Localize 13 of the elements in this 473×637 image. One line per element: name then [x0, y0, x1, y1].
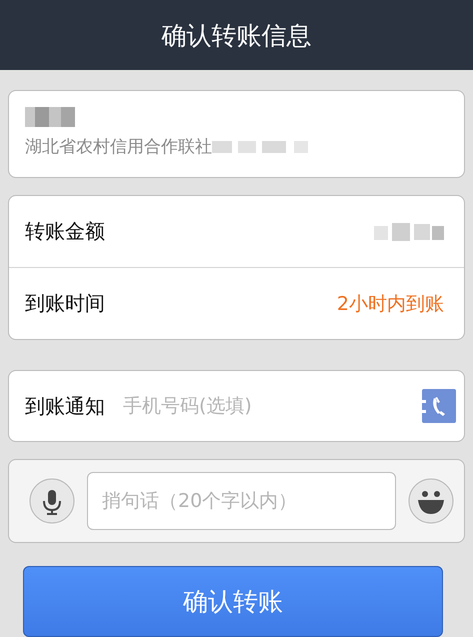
bank-name: 湖北省农村信用合作联社 [25, 136, 212, 158]
message-input-field[interactable]: 捎句话（20个字以内） [87, 472, 396, 530]
arrival-time: 2小时内到账 [336, 292, 444, 316]
redaction-mark [25, 105, 77, 129]
microphone-icon[interactable] [29, 478, 75, 524]
confirm-transfer-button[interactable]: 确认转账 [23, 566, 443, 637]
field-label: 转账金额 [25, 218, 105, 245]
phone-input-field[interactable]: 手机号码(选填) [121, 394, 422, 418]
field-label: 到账通知 [25, 392, 105, 420]
contacts-icon[interactable] [422, 389, 456, 423]
page-title: 确认转账信息 [162, 20, 312, 52]
field-label: 到账时间 [25, 290, 105, 317]
smiley-icon[interactable] [408, 478, 454, 524]
